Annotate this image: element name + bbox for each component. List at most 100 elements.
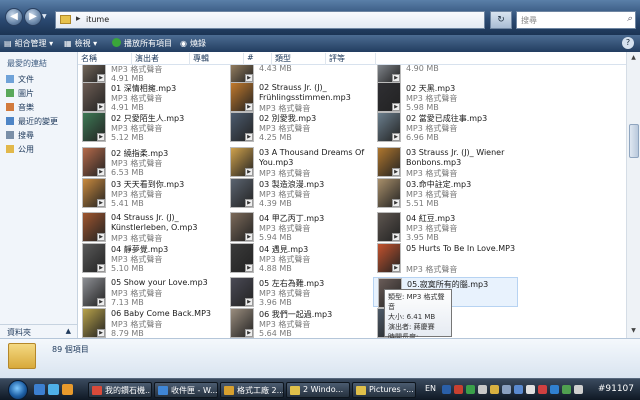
column-header[interactable]: 評等 <box>326 53 376 65</box>
file-item[interactable]: ▶ 02 別愛我.mp3 MP3 格式聲音 4.25 MB <box>226 112 371 142</box>
file-item[interactable]: ▶ 02 天黑.mp3 MP3 格式聲音 5.98 MB <box>373 82 518 112</box>
column-header[interactable]: 演出者 <box>132 53 190 65</box>
file-item[interactable]: ▶ 04 Strauss Jr. (J)_ Künstlerleben, O.mp… <box>78 212 223 243</box>
column-header[interactable]: # <box>244 53 272 65</box>
views-icon: ▦ <box>64 39 72 48</box>
security-tray-icon[interactable] <box>490 385 499 394</box>
messenger-tray-icon[interactable] <box>562 385 571 394</box>
forward-button[interactable]: ▶ <box>24 8 42 26</box>
album-art-thumbnail: ▶ <box>377 212 401 242</box>
sidebar-item[interactable]: 文件 <box>6 74 76 86</box>
scroll-thumb[interactable] <box>629 124 639 158</box>
alert-tray-icon[interactable] <box>538 385 547 394</box>
column-header[interactable]: 類型 <box>272 53 326 65</box>
views-button[interactable]: ▦ 檢視 ▾ <box>64 38 97 49</box>
play-all-button[interactable]: 播放所有項目 <box>112 38 172 49</box>
browser-icon[interactable] <box>48 384 59 395</box>
album-art-thumbnail: ▶ <box>230 112 254 142</box>
scroll-down-icon[interactable]: ▼ <box>627 325 640 337</box>
burn-label: 燒錄 <box>189 39 206 48</box>
taskbar-button[interactable]: 格式工廠 2... <box>220 382 284 398</box>
sidebar-item[interactable]: 圖片 <box>6 88 76 100</box>
breadcrumb-folder[interactable]: itume <box>86 15 109 24</box>
file-size: 4.88 MB <box>259 264 292 273</box>
audio-file-icon: ▶ <box>245 233 253 241</box>
album-art-thumbnail: ▶ <box>82 65 106 83</box>
search-icon[interactable]: ⌕ <box>627 14 632 24</box>
column-header[interactable]: 專輯 <box>190 53 244 65</box>
file-name: 04 Strauss Jr. (J)_ Künstlerleben, O.mp3 <box>111 213 198 232</box>
file-item[interactable]: ▶ 03 A Thousand Dreams Of You.mp3 MP3 格式聲音 <box>226 147 371 178</box>
vertical-scrollbar[interactable]: ▲ ▼ <box>626 52 640 338</box>
column-header[interactable]: 名稱 <box>78 53 132 65</box>
update-tray-icon[interactable] <box>550 385 559 394</box>
recent-pages-chevron-icon[interactable]: ▼ <box>42 13 48 21</box>
column-header-label: 演出者 <box>135 54 159 63</box>
file-item[interactable]: ▶ 02 Strauss Jr. (J)_ Frühlingsstimmen.mp… <box>226 82 371 113</box>
scroll-up-icon[interactable]: ▲ <box>627 52 640 64</box>
file-item[interactable]: ▶Schonen.mp3MP3 格式聲音4.91 MB <box>78 65 223 83</box>
file-item[interactable]: ▶ 02 繞指柔.mp3 MP3 格式聲音 6.53 MB <box>78 147 223 177</box>
disc-icon: ◉ <box>180 39 187 48</box>
album-art-thumbnail: ▶ <box>230 277 254 307</box>
taskbar-button[interactable]: 我的鑽石機... <box>88 382 152 398</box>
organize-button[interactable]: ▤ 組合管理 ▾ <box>4 38 53 49</box>
file-item[interactable]: ▶ 02 當愛已成往事.mp3 MP3 格式聲音 6.96 MB <box>373 112 518 142</box>
taskbar-button[interactable]: Pictures -... <box>352 382 416 398</box>
file-size: 3.95 MB <box>406 233 439 242</box>
sidebar-item[interactable]: 搜尋 <box>6 130 76 142</box>
file-item[interactable]: ▶ 04 靜夢覺.mp3 MP3 格式聲音 5.10 MB <box>78 243 223 273</box>
file-item[interactable]: ▶ 03 製造浪漫.mp3 MP3 格式聲音 4.39 MB <box>226 178 371 208</box>
file-item[interactable]: ▶05 Hurts To Be In Love.MP3MP3 格式聲音9.02 … <box>373 243 518 274</box>
file-item[interactable]: ▶ 05 Show your Love.mp3 MP3 格式聲音 7.13 MB <box>78 277 223 307</box>
file-item[interactable]: ▶MP3 格式聲音4.90 MB <box>373 65 518 83</box>
help-tray-icon[interactable] <box>442 385 451 394</box>
media-player-icon[interactable] <box>62 384 73 395</box>
start-button[interactable] <box>8 380 28 400</box>
address-bar[interactable]: ▸ itume <box>55 11 485 29</box>
file-item[interactable]: ▶ 03 Strauss Jr. (J)_ Wiener Bonbons.mp3 M… <box>373 147 518 178</box>
search-input[interactable]: 搜尋 ⌕ <box>516 11 636 29</box>
album-art-thumbnail: ▶ <box>230 212 254 242</box>
volume-tray-icon[interactable] <box>502 385 511 394</box>
network-tray-icon[interactable] <box>478 385 487 394</box>
taskbar-button[interactable]: 收件匣 - W... <box>154 382 218 398</box>
file-item[interactable]: ▶ 02 只愛陌生人.mp3 MP3 格式聲音 5.12 MB <box>78 112 223 142</box>
file-item[interactable]: ▶ 04 紅豆.mp3 MP3 格式聲音 3.95 MB <box>373 212 518 242</box>
sidebar-item[interactable]: 公用 <box>6 144 76 156</box>
sidebar-item[interactable]: 音樂 <box>6 102 76 114</box>
power-tray-icon[interactable] <box>526 385 535 394</box>
refresh-button[interactable]: ↻ <box>490 11 512 29</box>
help-button[interactable]: ? <box>622 37 634 49</box>
file-item[interactable]: ▶ 06 我們一起過.mp3 MP3 格式聲音 5.64 MB <box>226 308 371 338</box>
audio-file-icon: ▶ <box>245 74 253 82</box>
file-item[interactable]: ▶ 01 深情相擁.mp3 MP3 格式聲音 4.91 MB <box>78 82 223 112</box>
audio-file-icon: ▶ <box>392 233 400 241</box>
sync-tray-icon[interactable] <box>514 385 523 394</box>
file-item[interactable]: ▶MP3 格式聲音4.43 MB <box>226 65 371 83</box>
album-art-thumbnail: ▶ <box>230 147 254 177</box>
sidebar-item[interactable]: 最近的變更 <box>6 116 76 128</box>
language-indicator[interactable]: EN <box>425 384 436 393</box>
taskbar-button[interactable]: 2 Windo... <box>286 382 350 398</box>
file-list: ▶Schonen.mp3MP3 格式聲音4.91 MB▶01 深情相擁.mp3M… <box>78 65 626 338</box>
file-item[interactable]: ▶ 06 Baby Come Back.MP3 MP3 格式聲音 8.79 MB <box>78 308 223 338</box>
item-count: 89 個項目 <box>52 345 89 354</box>
play-icon <box>112 38 121 47</box>
show-desktop-icon[interactable] <box>34 384 45 395</box>
file-item[interactable]: ▶ 03 天天看到你.mp3 MP3 格式聲音 5.41 MB <box>78 178 223 208</box>
file-item[interactable]: ▶ 05 左右為難.mp3 MP3 格式聲音 3.96 MB <box>226 277 371 307</box>
back-button[interactable]: ◀ <box>5 8 23 26</box>
folders-toggle[interactable]: 資料夾 ▲ <box>0 324 77 338</box>
file-item[interactable]: ▶ 03.命中註定.mp3 MP3 格式聲音 5.51 MB <box>373 178 518 208</box>
app-tray-icon[interactable] <box>466 385 475 394</box>
link-icon <box>6 145 14 153</box>
clock[interactable]: #91107 <box>598 384 634 394</box>
speaker-tray-icon[interactable] <box>574 385 583 394</box>
breadcrumb-chevron-icon[interactable]: ▸ <box>76 14 81 24</box>
file-item[interactable]: ▶ 04 甲乙丙丁.mp3 MP3 格式聲音 5.94 MB <box>226 212 371 242</box>
input-tray-icon[interactable] <box>454 385 463 394</box>
burn-button[interactable]: ◉ 燒錄 <box>180 38 206 49</box>
file-item[interactable]: ▶ 04 遇見.mp3 MP3 格式聲音 4.88 MB <box>226 243 371 273</box>
audio-file-icon: ▶ <box>245 168 253 176</box>
